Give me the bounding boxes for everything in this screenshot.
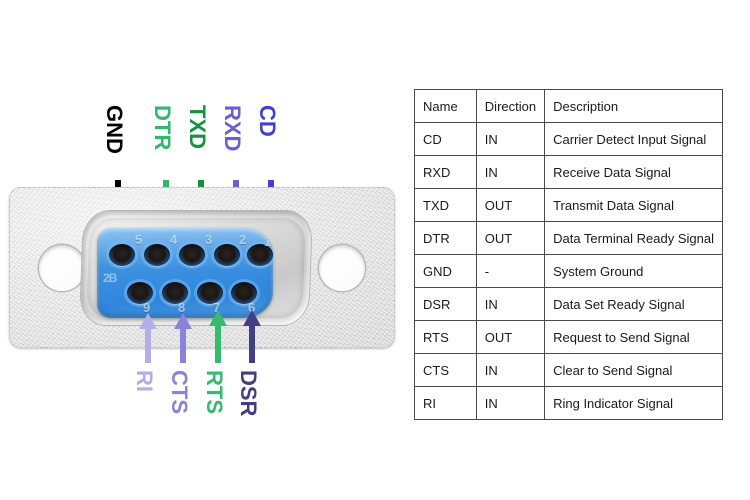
- cell-name: CD: [414, 122, 477, 156]
- signal-label-rxd: RXD: [220, 105, 245, 152]
- cell-name: GND: [414, 254, 477, 288]
- mounting-hole-left: [39, 245, 85, 291]
- signal-label-cd: CD: [255, 105, 280, 137]
- pinout-table: Name Direction Description CD IN Carrier…: [414, 89, 723, 420]
- cell-description: Clear to Send Signal: [544, 353, 723, 387]
- signal-label-cts: CTS: [167, 370, 192, 414]
- cell-direction: IN: [475, 287, 546, 321]
- signal-label-ri: RI: [132, 370, 157, 392]
- table-row: DSR IN Data Set Ready Signal: [414, 287, 723, 321]
- table-row: RTS OUT Request to Send Signal: [414, 320, 723, 354]
- cell-description: Transmit Data Signal: [544, 188, 723, 222]
- cell-direction: OUT: [475, 221, 546, 255]
- blue-pin-insert: 5 4 3 2 1 9 8 7 6 2B: [97, 228, 273, 318]
- cell-name: TXD: [414, 188, 477, 222]
- cell-description: System Ground: [544, 254, 723, 288]
- table-row: RXD IN Receive Data Signal: [414, 155, 723, 189]
- signal-label-rts: RTS: [202, 370, 227, 414]
- pin-socket-3: [179, 244, 205, 266]
- table-row: CTS IN Clear to Send Signal: [414, 353, 723, 387]
- cell-direction: OUT: [475, 188, 546, 222]
- table-row: CD IN Carrier Detect Input Signal: [414, 122, 723, 156]
- table-header-row: Name Direction Description: [414, 89, 723, 123]
- column-header-name: Name: [414, 89, 477, 123]
- cell-direction: IN: [475, 353, 546, 387]
- cell-name: RXD: [414, 155, 477, 189]
- pin-socket-2: [214, 244, 240, 266]
- signal-label-txd: TXD: [185, 105, 210, 149]
- cell-description: Request to Send Signal: [544, 320, 723, 354]
- cell-name: RI: [414, 386, 477, 420]
- cell-direction: IN: [475, 122, 546, 156]
- cell-description: Data Set Ready Signal: [544, 287, 723, 321]
- pin-socket-8: [162, 282, 188, 304]
- signal-label-dsr: DSR: [236, 370, 261, 417]
- cell-description: Carrier Detect Input Signal: [544, 122, 723, 156]
- signal-label-dtr: DTR: [150, 105, 175, 151]
- db9-pinout-diagram: GND DTR TXD RXD CD 5 4 3 2 1 9 8 7 6 2B …: [0, 0, 405, 500]
- cell-direction: OUT: [475, 320, 546, 354]
- table-row: DTR OUT Data Terminal Ready Signal: [414, 221, 723, 255]
- cell-direction: IN: [475, 386, 546, 420]
- signal-label-gnd: GND: [102, 105, 127, 154]
- cell-direction: -: [475, 254, 546, 288]
- column-header-description: Description: [544, 89, 723, 123]
- pin-socket-4: [144, 244, 170, 266]
- mounting-hole-right: [319, 245, 365, 291]
- cell-name: CTS: [414, 353, 477, 387]
- column-header-direction: Direction: [475, 89, 546, 123]
- pin-socket-6: [231, 282, 257, 304]
- cell-direction: IN: [475, 155, 546, 189]
- cell-name: DSR: [414, 287, 477, 321]
- pin-socket-1: [247, 244, 273, 266]
- insert-embossed-mark: 2B: [103, 271, 117, 285]
- cell-description: Ring Indicator Signal: [544, 386, 723, 420]
- table-row: TXD OUT Transmit Data Signal: [414, 188, 723, 222]
- pin-socket-7: [197, 282, 223, 304]
- table-row: RI IN Ring Indicator Signal: [414, 386, 723, 420]
- db9-connector-body: 5 4 3 2 1 9 8 7 6 2B: [9, 187, 395, 348]
- table-body: CD IN Carrier Detect Input Signal RXD IN…: [414, 122, 723, 420]
- pin-socket-5: [109, 244, 135, 266]
- pin-socket-9: [127, 282, 153, 304]
- cell-description: Data Terminal Ready Signal: [544, 221, 723, 255]
- cell-description: Receive Data Signal: [544, 155, 723, 189]
- cell-name: RTS: [414, 320, 477, 354]
- cell-name: DTR: [414, 221, 477, 255]
- table-row: GND - System Ground: [414, 254, 723, 288]
